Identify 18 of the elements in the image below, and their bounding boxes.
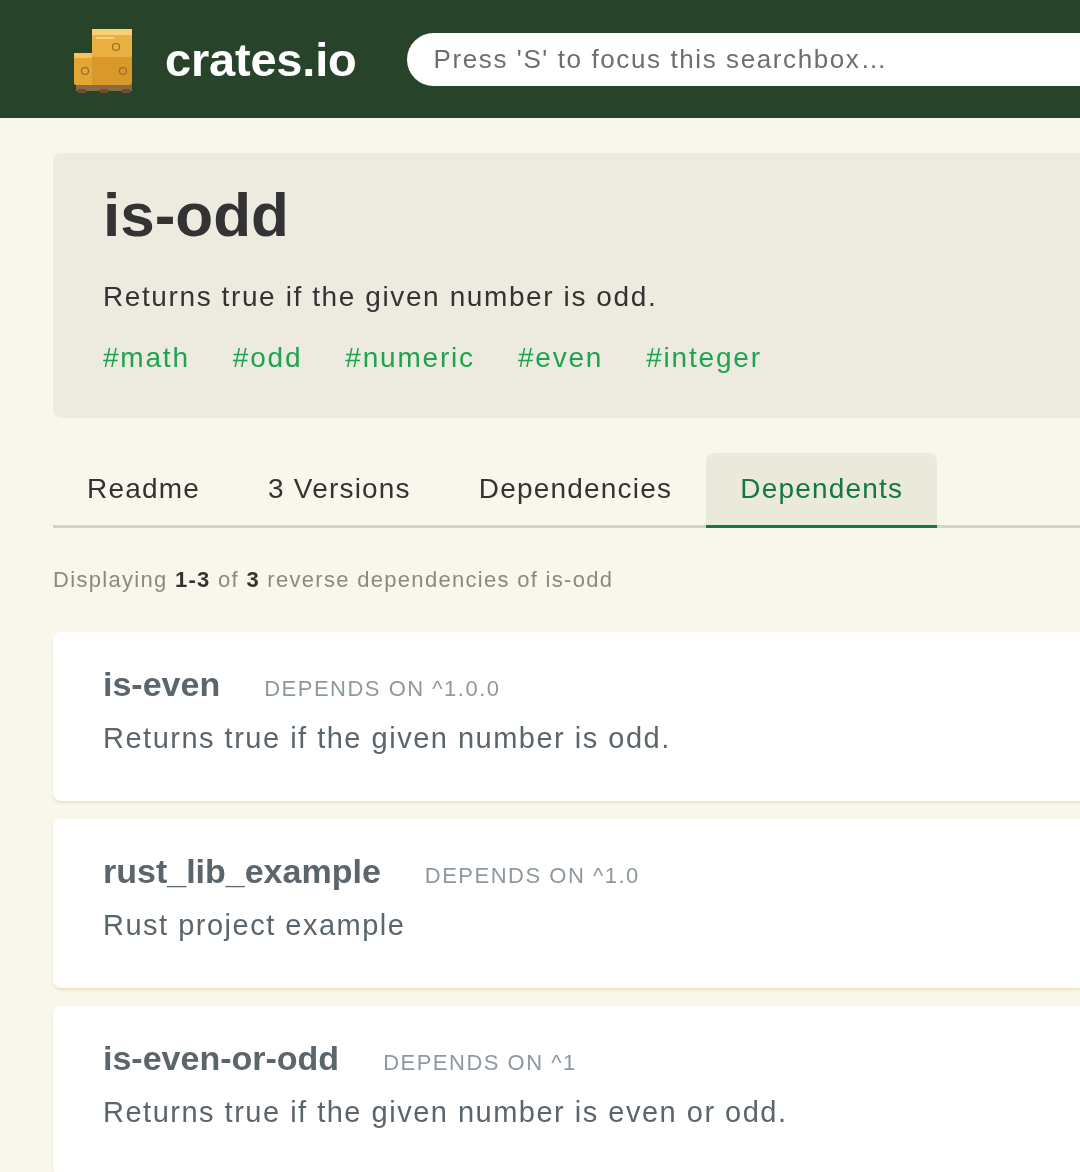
- site-logo-text[interactable]: crates.io: [165, 31, 357, 87]
- results-summary: Displaying 1-3 of 3 reverse dependencies of is-odd: [53, 566, 615, 594]
- version-requirement: DEPENDS ON ^1.0: [424, 863, 640, 889]
- crate-description: Returns true if the given number is odd.: [103, 280, 659, 314]
- dependent-name-link[interactable]: rust_lib_example: [103, 849, 381, 893]
- dependent-description: Returns true if the given number is odd.: [103, 721, 672, 756]
- dependent-name-link[interactable]: is-even-or-odd: [103, 1036, 340, 1080]
- tab[interactable]: Dependents: [706, 453, 938, 528]
- tab[interactable]: 3 Versions: [234, 453, 445, 528]
- tab[interactable]: Readme: [53, 453, 235, 528]
- dependent-name-link[interactable]: is-even: [103, 662, 221, 706]
- tab[interactable]: Dependencies: [444, 453, 707, 528]
- version-requirement: DEPENDS ON ^1.0.0: [264, 676, 501, 702]
- search-field[interactable]: Press 'S' to focus this searchbox…: [406, 32, 1080, 86]
- crate-title: is-odd: [103, 179, 290, 251]
- version-requirement: DEPENDS ON ^1: [383, 1050, 577, 1076]
- dependent-description: Rust project example: [103, 908, 407, 943]
- dependent-description: Returns true if the given number is even or odd.: [103, 1095, 789, 1130]
